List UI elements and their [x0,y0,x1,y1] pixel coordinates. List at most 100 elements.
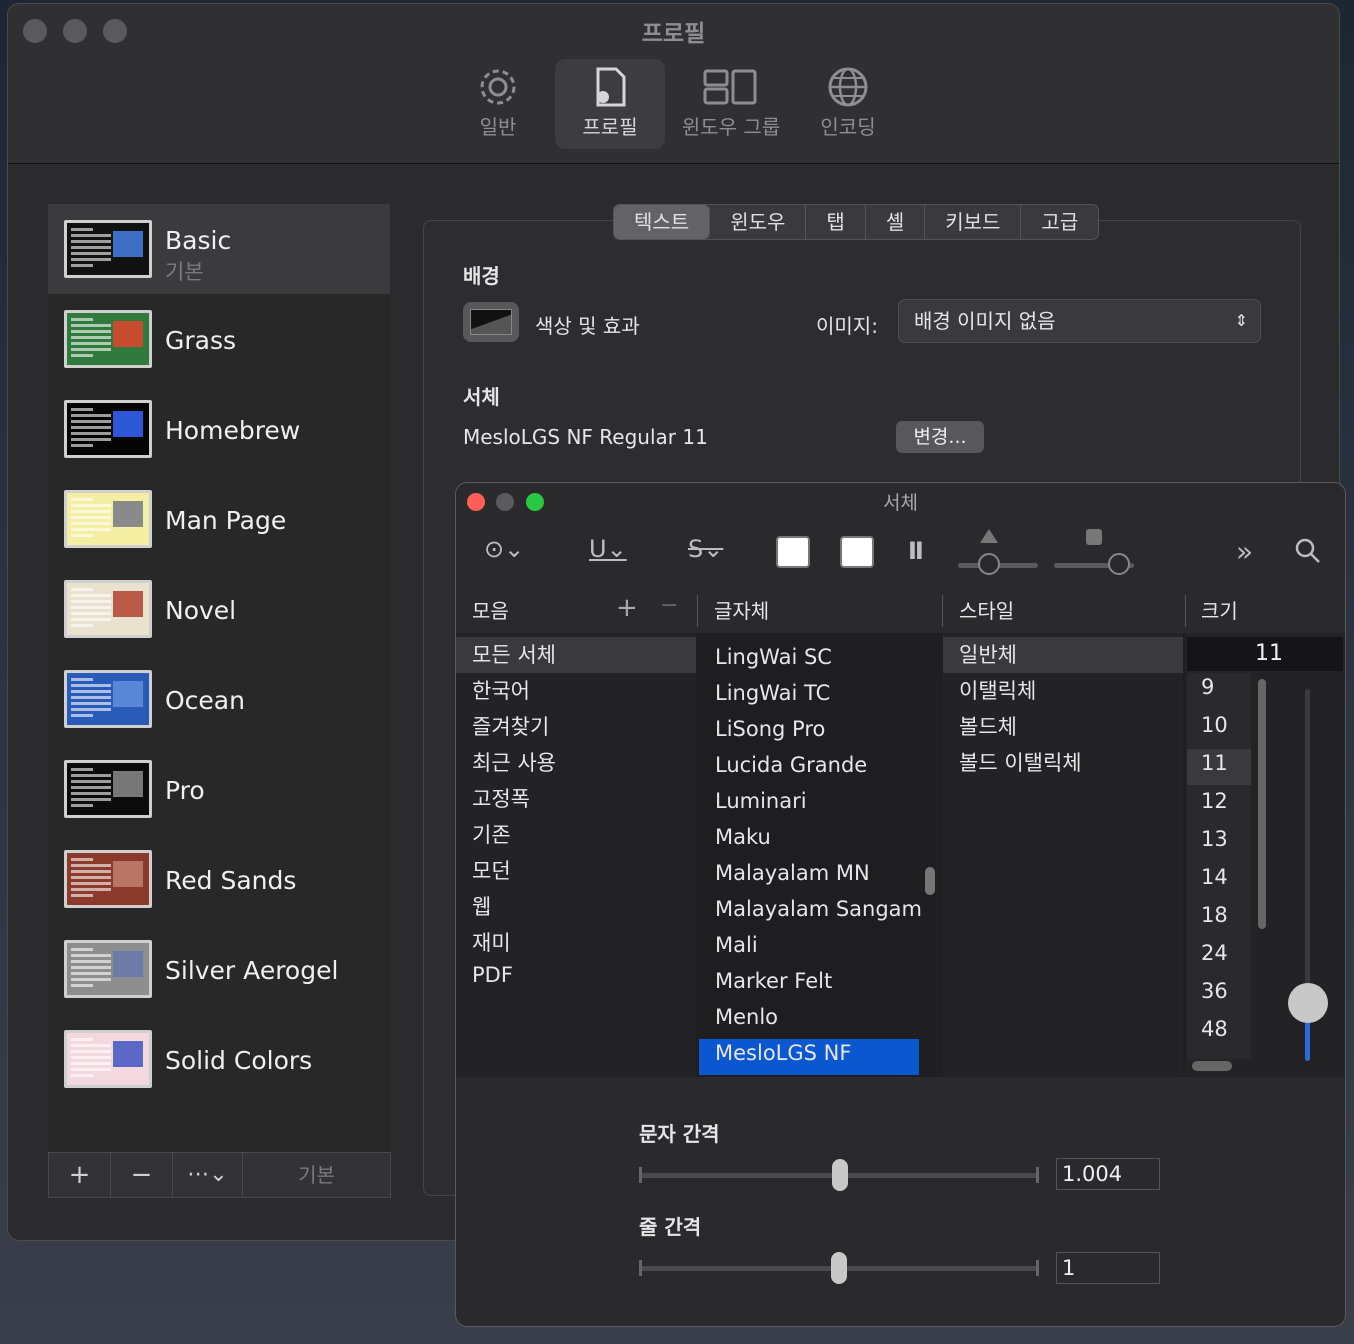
profile-item[interactable]: Grass [48,294,390,384]
size-list-hscrollbar[interactable] [1192,1061,1232,1071]
font-family-item[interactable]: Marker Felt [715,969,832,993]
search-icon[interactable] [1294,537,1322,565]
profile-name: Man Page [165,506,287,535]
collection-item[interactable]: 웹 [472,891,491,921]
profile-item[interactable]: Ocean [48,654,390,744]
profile-item[interactable]: Pro [48,744,390,834]
font-family-item[interactable]: Luminari [715,789,807,813]
font-size-item[interactable]: 24 [1201,941,1228,965]
profile-item[interactable]: Solid Colors [48,1014,390,1104]
font-family-item[interactable]: LingWai SC [715,645,832,669]
strikethrough-icon[interactable]: S⌄ [688,535,723,563]
shadow-opacity-knob[interactable] [978,553,1000,575]
profile-item[interactable]: Silver Aerogel [48,924,390,1014]
profile-name: Grass [165,326,237,355]
font-family-item[interactable]: Maku [715,825,771,849]
toolbar-window-groups[interactable]: 윈도우 그룹 [676,59,786,149]
profile-item[interactable]: Red Sands [48,834,390,924]
font-family-item[interactable]: Lucida Grande [715,753,867,777]
line-spacing-knob[interactable] [831,1252,847,1284]
more-options-icon[interactable]: ⊙⌄ [484,535,524,563]
font-size-item[interactable]: 11 [1201,751,1228,775]
size-list-scrollbar[interactable] [1258,679,1266,929]
collection-item[interactable]: 기존 [472,819,511,849]
profile-item[interactable]: Man Page [48,474,390,564]
size-slider-knob[interactable] [1288,983,1328,1023]
line-spacing-field[interactable]: 1 [1056,1252,1160,1284]
font-family-item[interactable]: Malayalam MN [715,861,870,885]
collection-item[interactable]: 최근 사용 [472,747,556,777]
profile-thumbnail [64,220,152,278]
font-size-item[interactable]: 36 [1201,979,1228,1003]
tab-advanced[interactable]: 고급 [1021,205,1098,239]
font-style-item[interactable]: 볼드체 [959,711,1017,741]
font-family-item[interactable]: LiSong Pro [715,717,825,741]
underline-icon[interactable]: U⌄ [589,535,627,563]
toolbar-general[interactable]: 일반 [458,59,538,149]
background-heading: 배경 [463,264,500,288]
tab-tab[interactable]: 탭 [806,205,866,239]
collection-item[interactable]: 고정폭 [472,783,530,813]
remove-collection-button[interactable]: − [660,593,678,618]
profile-item[interactable]: Homebrew [48,384,390,474]
collection-item[interactable]: 즐겨찾기 [472,711,549,741]
color-effects-button[interactable] [463,302,519,342]
collection-item[interactable]: 한국어 [472,675,530,705]
font-size-item[interactable]: 12 [1201,789,1228,813]
font-size-item[interactable]: 14 [1201,865,1228,889]
tab-keyboard[interactable]: 키보드 [925,205,1022,239]
window-title: 프로필 [641,21,706,47]
text-shadow-icon[interactable]: Ⅱ [908,537,924,565]
change-font-button[interactable]: 변경... [896,421,984,453]
toolbar-profiles-label: 프로필 [582,115,638,139]
font-size-item[interactable]: 48 [1201,1017,1228,1041]
text-color-swatch[interactable] [776,536,810,568]
collection-item[interactable]: PDF [472,963,513,987]
collections-header: 모음 [472,599,509,623]
tab-window[interactable]: 윈도우 [710,205,807,239]
remove-profile-button[interactable]: − [111,1153,173,1197]
font-family-item[interactable]: Malayalam Sangam [715,897,922,921]
font-size-item[interactable]: 13 [1201,827,1228,851]
line-spacing-label: 줄 간격 [639,1215,702,1239]
font-size-item[interactable]: 18 [1201,903,1228,927]
font-family-item[interactable]: Mali [715,933,758,957]
font-value: MesloLGS NF Regular 11 [463,425,708,449]
collection-item[interactable]: 모든 서체 [472,639,556,669]
profile-item[interactable]: Novel [48,564,390,654]
font-style-item[interactable]: 이탤릭체 [959,675,1036,705]
font-family-item[interactable]: MesloLGS NF [715,1041,851,1065]
document-color-swatch[interactable] [840,536,874,568]
profile-item[interactable]: Basic 기본 [48,204,390,294]
overflow-chevron-icon[interactable]: » [1236,535,1253,568]
collection-item[interactable]: 재미 [472,927,511,957]
family-scrollbar[interactable] [925,867,935,895]
font-style-item[interactable]: 일반체 [959,639,1017,669]
size-field[interactable]: 11 [1187,637,1343,671]
tab-text[interactable]: 텍스트 [614,205,711,239]
shadow-blur-knob[interactable] [1108,553,1130,575]
square-icon [1086,529,1102,545]
add-collection-button[interactable]: + [616,593,638,623]
char-spacing-knob[interactable] [832,1159,848,1191]
font-family-item[interactable]: Menlo [715,1005,778,1029]
font-size-item[interactable]: 9 [1201,675,1214,699]
add-profile-button[interactable]: + [49,1153,111,1197]
profile-list-controls: + − ⋯⌄ 기본 [48,1152,391,1198]
font-style-item[interactable]: 볼드 이탤릭체 [959,747,1082,777]
font-size-item[interactable]: 10 [1201,713,1228,737]
profile-thumbnail [64,400,152,458]
char-spacing-field[interactable]: 1.004 [1056,1158,1160,1190]
toolbar-encoding[interactable]: 인코딩 [808,59,888,149]
profile-thumbnail [64,940,152,998]
set-default-button[interactable]: 기본 [243,1153,390,1197]
profile-name: Silver Aerogel [165,956,339,985]
collection-item[interactable]: 모던 [472,855,511,885]
more-actions-button[interactable]: ⋯⌄ [173,1153,243,1197]
tab-shell[interactable]: 셸 [866,205,926,239]
profile-thumbnail [64,760,152,818]
font-family-item[interactable]: LingWai TC [715,681,830,705]
background-image-select[interactable]: 배경 이미지 없음 ⇕ [898,299,1261,343]
toolbar-profiles[interactable]: 프로필 [555,59,665,149]
profile-default-label: 기본 [165,260,204,284]
